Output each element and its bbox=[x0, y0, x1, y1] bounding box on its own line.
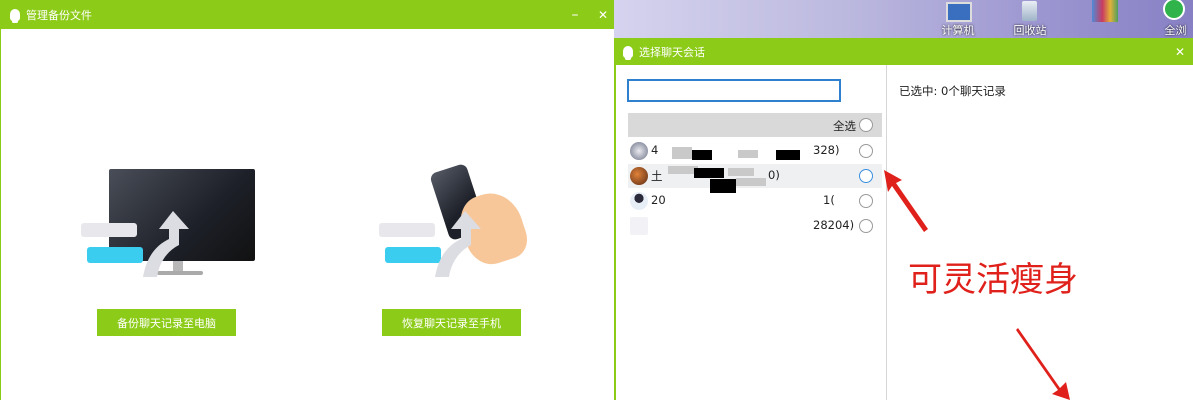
select-window-titlebar[interactable]: 选择聊天会话 ✕ bbox=[614, 38, 1193, 65]
redaction-blur bbox=[738, 150, 758, 158]
session-radio[interactable] bbox=[859, 169, 873, 183]
desktop-icon-recycle-bin[interactable]: 回收站 bbox=[1004, 0, 1056, 38]
close-button[interactable]: ✕ bbox=[590, 0, 616, 29]
desktop-icon-browser[interactable]: 全浏 bbox=[1158, 0, 1193, 38]
chat-bubble-gray bbox=[81, 223, 137, 237]
minimize-button[interactable]: – bbox=[562, 0, 588, 29]
backup-to-pc-button[interactable]: 备份聊天记录至电脑 bbox=[97, 309, 236, 336]
desktop-icon-label: 全浏 bbox=[1164, 24, 1187, 37]
redaction-bar bbox=[776, 150, 800, 160]
session-suffix: 328) bbox=[813, 143, 840, 157]
desktop-icon-label: 计算机 bbox=[941, 24, 975, 37]
close-button[interactable]: ✕ bbox=[1167, 38, 1193, 65]
chat-bubble-gray bbox=[379, 223, 435, 237]
group-avatar bbox=[630, 142, 648, 160]
phone-illustration bbox=[371, 162, 541, 280]
redaction-bar bbox=[710, 179, 736, 193]
download-arrow-icon bbox=[435, 211, 481, 277]
session-suffix: 28204) bbox=[813, 218, 855, 232]
red-arrow-down-annotation bbox=[1016, 328, 1070, 400]
qq-penguin-icon bbox=[623, 45, 633, 60]
session-name: 4 bbox=[651, 143, 659, 157]
select-all-radio[interactable] bbox=[859, 118, 873, 132]
session-radio[interactable] bbox=[859, 219, 873, 233]
session-name: 土 bbox=[651, 169, 663, 183]
session-radio[interactable] bbox=[859, 194, 873, 208]
session-suffix: 1( bbox=[823, 193, 835, 207]
desktop-icon-computer[interactable]: 计算机 bbox=[932, 0, 984, 38]
figure-avatar bbox=[630, 217, 648, 235]
desktop-icon-label: 回收站 bbox=[1013, 24, 1047, 37]
upload-arrow-icon bbox=[143, 211, 189, 277]
redaction-blur bbox=[736, 178, 766, 186]
redaction-bar bbox=[692, 150, 712, 160]
session-row[interactable]: 20 1( bbox=[628, 189, 882, 213]
session-name: 20 bbox=[651, 193, 666, 207]
session-suffix: 0) bbox=[768, 168, 780, 182]
computer-icon bbox=[946, 2, 972, 22]
session-row[interactable]: 28204) bbox=[628, 214, 882, 238]
guitar-avatar bbox=[630, 167, 648, 185]
backup-window-titlebar[interactable]: 管理备份文件 – ✕ bbox=[1, 0, 614, 29]
monitor-illustration bbox=[77, 165, 267, 280]
red-arrow-up-annotation bbox=[884, 170, 928, 232]
qq-penguin-icon bbox=[10, 8, 20, 23]
archive-icon bbox=[1092, 0, 1118, 22]
select-all-bar[interactable]: 全选 bbox=[628, 113, 882, 137]
annotation-text: 可灵活瘦身 bbox=[908, 260, 1078, 300]
redaction-blur bbox=[672, 147, 692, 159]
browser-icon bbox=[1163, 0, 1185, 20]
window-title: 选择聊天会话 bbox=[639, 45, 705, 59]
redaction-bar bbox=[694, 168, 724, 178]
restore-to-phone-button[interactable]: 恢复聊天记录至手机 bbox=[382, 309, 521, 336]
recycle-bin-icon bbox=[1022, 1, 1037, 21]
window-title: 管理备份文件 bbox=[26, 8, 92, 22]
girl-avatar bbox=[630, 192, 648, 210]
search-input[interactable] bbox=[627, 79, 841, 102]
redaction-blur bbox=[728, 168, 754, 176]
backup-window: 管理备份文件 – ✕ 备份聊天记录至电脑 恢复聊天记录至手机 bbox=[0, 0, 614, 400]
session-radio[interactable] bbox=[859, 144, 873, 158]
desktop-icon-archive[interactable] bbox=[1080, 0, 1132, 38]
selected-status: 已选中: 0个聊天记录 bbox=[899, 84, 1006, 98]
select-all-label: 全选 bbox=[833, 119, 856, 133]
chat-bubble-blue bbox=[87, 247, 143, 263]
